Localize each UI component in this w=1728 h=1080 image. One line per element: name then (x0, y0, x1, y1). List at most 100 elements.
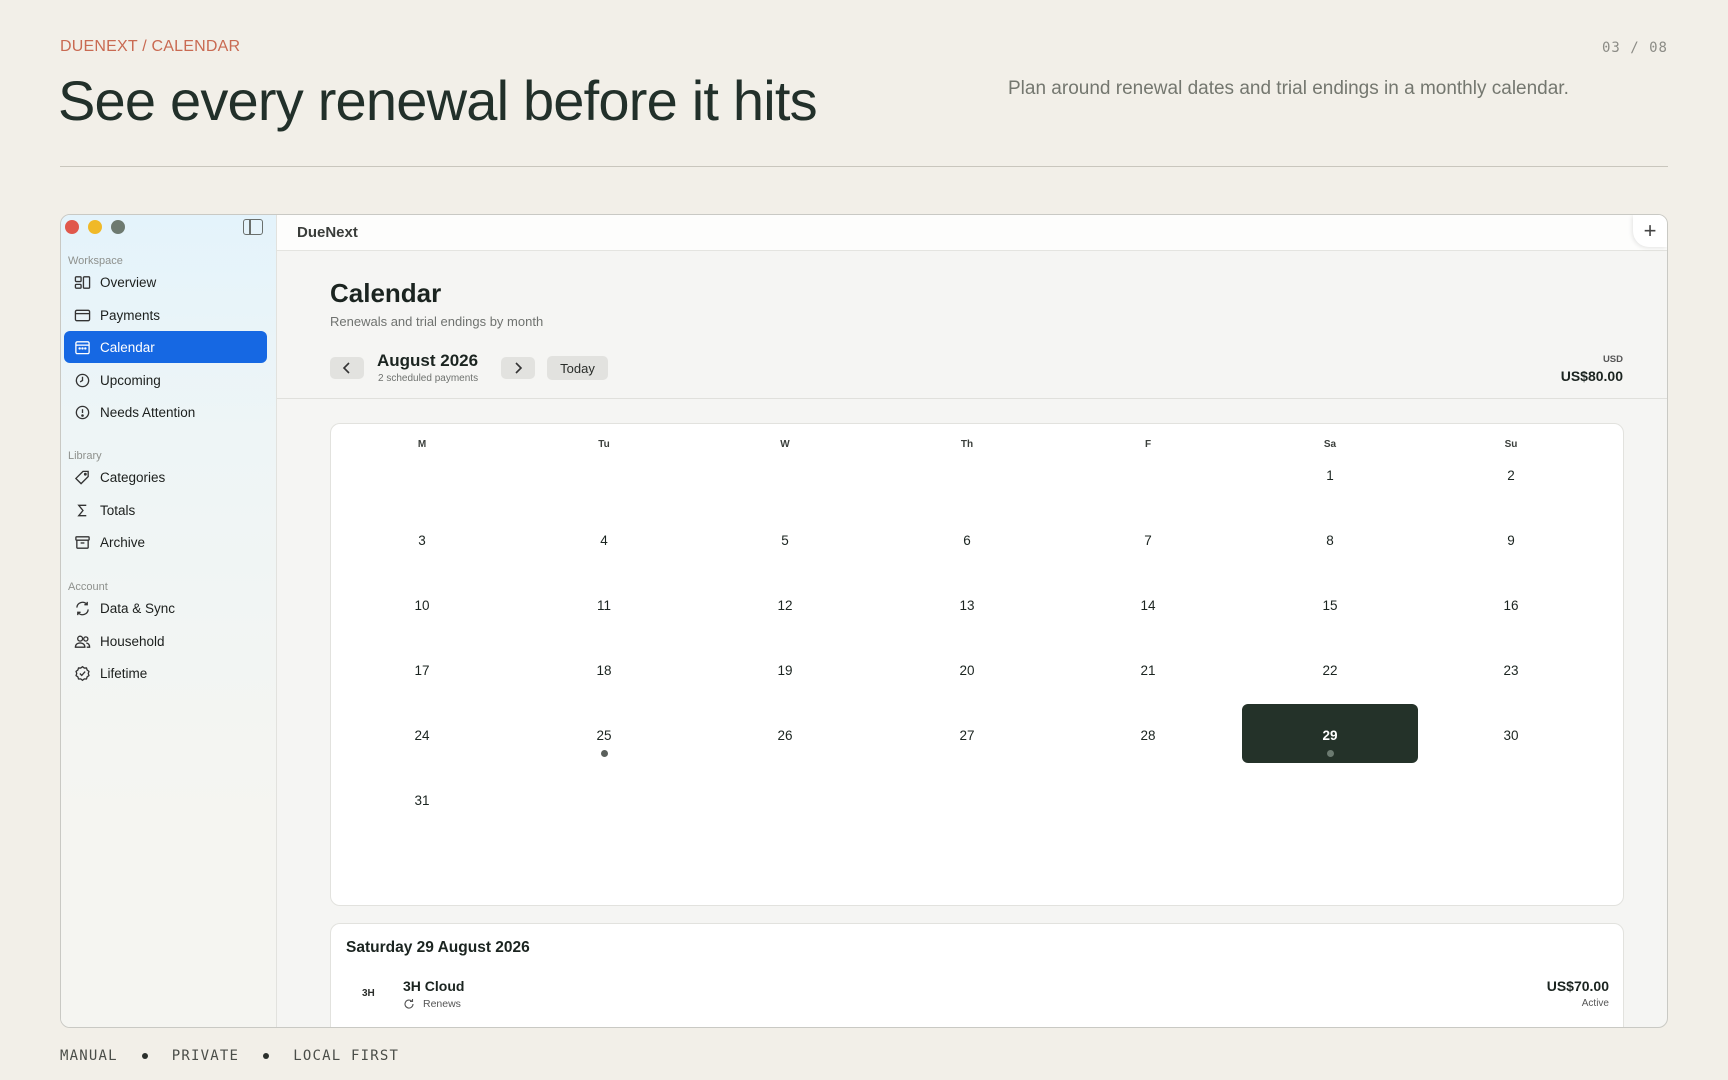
calendar-day-12[interactable]: 12 (755, 598, 815, 613)
sidebar-item-needs-attention[interactable]: Needs Attention (64, 396, 267, 428)
sidebar-item-label: Archive (100, 534, 146, 550)
add-button[interactable]: + (1633, 215, 1667, 247)
sidebar-item-lifetime[interactable]: Lifetime (64, 657, 267, 689)
sidebar-item-label: Payments (100, 307, 161, 323)
calendar-day-11[interactable]: 11 (574, 598, 634, 613)
calendar-day-26[interactable]: 26 (755, 728, 815, 743)
calendar-day-21[interactable]: 21 (1118, 663, 1178, 678)
calendar-day-6[interactable]: 6 (937, 533, 997, 548)
calendar-day-19[interactable]: 19 (755, 663, 815, 678)
calendar-day-22[interactable]: 22 (1300, 663, 1360, 678)
calendar-day-7[interactable]: 7 (1118, 533, 1178, 548)
subheadline: Plan around renewal dates and trial endi… (1008, 78, 1569, 99)
sidebar-item-overview[interactable]: Overview (64, 266, 267, 298)
calendar-day-23[interactable]: 23 (1481, 663, 1541, 678)
calendar-day-9[interactable]: 9 (1481, 533, 1541, 548)
divider (60, 166, 1668, 167)
sidebar-item-label: Household (100, 633, 165, 649)
breadcrumb: DUENEXT / CALENDAR (60, 38, 241, 55)
calendar-day-4[interactable]: 4 (574, 533, 634, 548)
chevron-right-icon (515, 362, 523, 374)
calendar-day-29[interactable]: 29 (1300, 728, 1360, 743)
sidebar-item-archive[interactable]: Archive (64, 526, 267, 558)
calendar-day-2[interactable]: 2 (1481, 468, 1541, 483)
selected-date-title: Saturday 29 August 2026 (346, 939, 530, 956)
card-icon (73, 306, 91, 324)
calendar-day-24[interactable]: 24 (392, 728, 452, 743)
headline: See every renewal before it hits (58, 69, 818, 132)
zoom-window-button[interactable] (111, 220, 125, 234)
badge-check-icon (73, 664, 91, 682)
window-controls (65, 220, 134, 234)
weekday-header: F (1144, 439, 1152, 450)
calendar-day-30[interactable]: 30 (1481, 728, 1541, 743)
sidebar-item-label: Needs Attention (100, 404, 196, 420)
calendar-day-8[interactable]: 8 (1300, 533, 1360, 548)
chevron-left-icon (342, 362, 350, 374)
page-number: 03 / 08 (1601, 40, 1668, 56)
sidebar-item-totals[interactable]: Totals (64, 494, 267, 526)
sidebar-item-label: Calendar (100, 339, 155, 355)
footer-tag: PRIVATE (171, 1048, 240, 1064)
sidebar-item-label: Data & Sync (100, 600, 176, 616)
page-subtitle: Renewals and trial endings by month (330, 314, 544, 329)
sidebar-item-payments[interactable]: Payments (64, 299, 267, 331)
calendar-day-20[interactable]: 20 (937, 663, 997, 678)
service-name[interactable]: 3H Cloud (403, 978, 464, 994)
sidebar-item-household[interactable]: Household (64, 625, 267, 657)
calendar-icon (73, 338, 91, 356)
day-detail-panel: Saturday 29 August 2026 3H 3H Cloud Rene… (330, 923, 1624, 1027)
payment-indicator (1326, 750, 1334, 757)
previous-month-button[interactable] (330, 357, 364, 379)
service-badge: 3H (362, 988, 375, 999)
sync-icon (73, 599, 91, 617)
sidebar-item-label: Categories (100, 469, 166, 485)
sidebar-item-label: Overview (100, 274, 157, 290)
calendar-day-18[interactable]: 18 (574, 663, 634, 678)
calendar-day-28[interactable]: 28 (1118, 728, 1178, 743)
calendar-day-31[interactable]: 31 (392, 793, 452, 808)
today-button[interactable]: Today (547, 356, 608, 380)
app-title: DueNext (297, 224, 358, 241)
calendar-day-5[interactable]: 5 (755, 533, 815, 548)
overview-icon (73, 273, 91, 291)
alert-icon (73, 403, 91, 421)
sidebar-item-label: Upcoming (100, 372, 161, 388)
close-window-button[interactable] (65, 220, 79, 234)
calendar-day-1[interactable]: 1 (1300, 468, 1360, 483)
sidebar-item-upcoming[interactable]: Upcoming (64, 364, 267, 396)
sidebar-item-data-sync[interactable]: Data & Sync (64, 592, 267, 624)
sidebar-item-label: Lifetime (100, 665, 148, 681)
minimize-window-button[interactable] (88, 220, 102, 234)
calendar-day-3[interactable]: 3 (392, 533, 452, 548)
weekday-header: Th (960, 439, 974, 450)
calendar-day-27[interactable]: 27 (937, 728, 997, 743)
clock-icon (73, 371, 91, 389)
currency-total: US$80.00 (1560, 368, 1623, 384)
weekday-header: Tu (598, 439, 610, 450)
sidebar-toggle-icon[interactable] (243, 219, 263, 235)
footer-tag: LOCAL FIRST (293, 1048, 400, 1064)
sidebar-item-categories[interactable]: Categories (64, 461, 267, 493)
calendar-day-16[interactable]: 16 (1481, 598, 1541, 613)
calendar-day-25[interactable]: 25 (574, 728, 634, 743)
calendar-grid: M Tu W Th F Sa Su 1 2 3 4 5 6 7 8 9 10 11 12 13 14 15 16 17 18 19… (330, 423, 1624, 906)
toolbar: DueNext + (277, 215, 1667, 251)
people-icon (73, 632, 91, 650)
calendar-day-17[interactable]: 17 (392, 663, 452, 678)
weekday-header: W (780, 439, 790, 450)
service-status: Active (1581, 998, 1609, 1009)
sidebar: Workspace Overview Payments Calendar Upc… (61, 215, 277, 1027)
calendar-day-13[interactable]: 13 (937, 598, 997, 613)
renew-icon (404, 999, 414, 1009)
service-amount: US$70.00 (1546, 978, 1609, 994)
calendar-day-14[interactable]: 14 (1118, 598, 1178, 613)
footer-tags: MANUAL PRIVATE LOCAL FIRST (60, 1048, 399, 1064)
sigma-icon (73, 501, 91, 519)
next-month-button[interactable] (501, 357, 535, 379)
calendar-day-15[interactable]: 15 (1300, 598, 1360, 613)
calendar-day-10[interactable]: 10 (392, 598, 452, 613)
footer-separator (141, 1053, 148, 1059)
sidebar-item-calendar[interactable]: Calendar (64, 331, 267, 363)
month-summary: 2 scheduled payments (378, 373, 479, 384)
